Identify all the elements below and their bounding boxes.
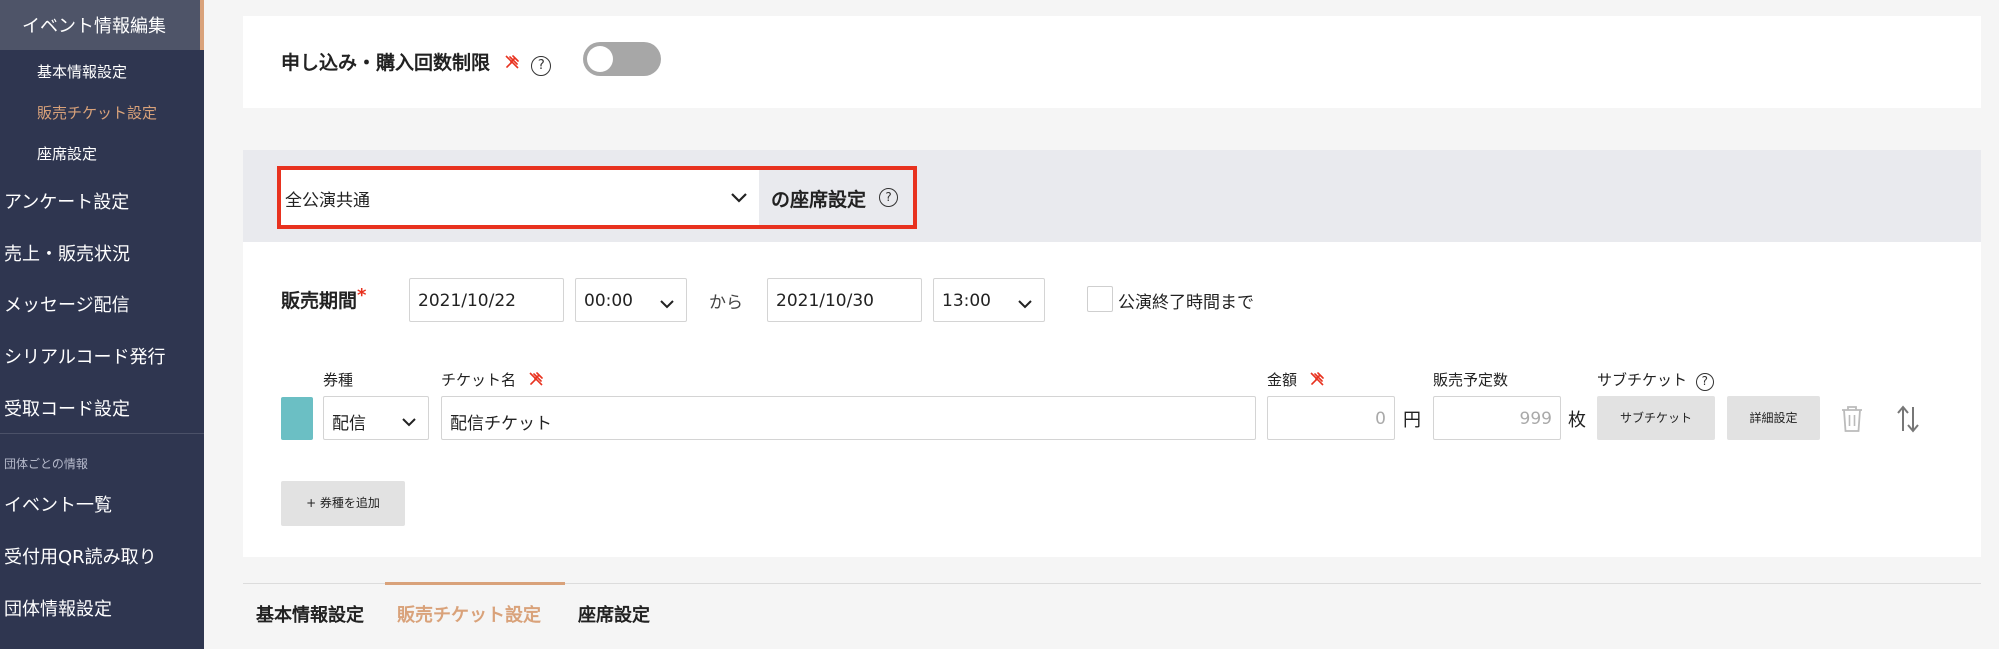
chevron-down-icon [402,412,416,431]
required-mark: * [357,285,367,306]
col-header-sub-wrap: サブチケット ? [1597,369,1714,391]
sidebar-item-survey[interactable]: アンケート設定 [4,188,129,214]
purchase-limit-card: 申し込み・購入回数制限 ? [243,16,1981,108]
sidebar-section-label: 団体ごとの情報 [4,457,88,471]
help-icon[interactable]: ? [1695,373,1714,391]
start-time-select[interactable]: 00:00 [575,278,687,322]
purchase-limit-toggle[interactable] [583,42,661,76]
sidebar-divider [0,433,204,434]
end-time-value: 13:00 [942,291,991,311]
sub-ticket-button[interactable]: サブチケット [1597,396,1715,440]
purchase-limit-row: 申し込み・購入回数制限 ? [281,48,552,76]
ticket-type-select[interactable]: 配信 [323,396,429,440]
sidebar: イベント情報編集 基本情報設定 販売チケット設定 座席設定 アンケート設定 売上… [0,0,204,649]
chevron-down-icon [660,294,674,313]
tab-seat-settings[interactable]: 座席設定 [578,601,650,627]
ticket-name-input[interactable]: 配信チケット [441,396,1256,440]
sidebar-item-serial-code[interactable]: シリアルコード発行 [4,343,165,369]
quantity-input[interactable]: 999 [1433,396,1561,440]
until-end-label: 公演終了時間まで [1118,293,1254,313]
col-header-type: 券種 [323,371,354,389]
sidebar-item-org-settings[interactable]: 団体情報設定 [4,595,112,621]
ticket-type-value: 配信 [332,414,366,434]
tab-basic-info[interactable]: 基本情報設定 [256,601,364,627]
start-time-value: 00:00 [584,291,633,311]
sidebar-sub-basic-info[interactable]: 基本情報設定 [37,61,127,82]
sales-period-label: 販売期間* [281,285,367,313]
end-time-select[interactable]: 13:00 [933,278,1045,322]
sidebar-item-sales-status[interactable]: 売上・販売状況 [4,240,130,266]
performance-select-value: 全公演共通 [285,191,370,211]
quantity-placeholder: 999 [1519,409,1552,429]
seat-settings-label: の座席設定 [771,189,867,211]
ticket-settings-card: 全公演共通 の座席設定 ? 販売期間* 2021/10/22 00:00 から … [243,150,1981,557]
price-unit: 円 [1403,410,1421,431]
trash-icon[interactable] [1840,405,1864,437]
sales-period-text: 販売期間 [281,290,358,312]
sort-icon[interactable] [1895,405,1921,437]
ticket-name-value: 配信チケット [450,414,552,434]
quantity-unit: 枚 [1568,410,1586,431]
pin-off-icon [1308,370,1326,388]
tab-ticket-settings[interactable]: 販売チケット設定 [397,601,541,627]
tab-active-indicator [385,582,565,585]
performance-select[interactable]: 全公演共通 [281,170,759,225]
seat-settings-label-wrap: の座席設定 ? [759,170,913,225]
end-date-value: 2021/10/30 [776,291,874,311]
detail-settings-button[interactable]: 詳細設定 [1727,396,1820,440]
purchase-limit-label: 申し込み・購入回数制限 [281,52,491,74]
add-ticket-type-button[interactable]: + 券種を追加 [281,481,405,526]
sidebar-item-qr-reader[interactable]: 受付用QR読み取り [4,543,157,569]
sidebar-item-messages[interactable]: メッセージ配信 [4,291,130,317]
start-date-value: 2021/10/22 [418,291,516,311]
chevron-down-icon [1018,294,1032,313]
from-text: から [709,293,743,313]
seat-settings-header: 全公演共通 の座席設定 ? [243,150,1981,242]
sidebar-sub-seat-settings[interactable]: 座席設定 [37,143,97,164]
help-icon[interactable]: ? [531,56,552,76]
sidebar-item-label: イベント情報編集 [22,16,166,37]
sidebar-item-event-list[interactable]: イベント一覧 [4,491,112,517]
pin-off-icon [527,370,545,388]
sidebar-sub-ticket-settings[interactable]: 販売チケット設定 [37,102,157,123]
pin-off-icon [503,53,521,71]
until-end-checkbox[interactable] [1087,286,1113,312]
price-input[interactable]: 0 [1267,396,1395,440]
sidebar-item-receive-code[interactable]: 受取コード設定 [4,395,130,421]
col-header-name: チケット名 [441,371,517,389]
sidebar-item-event-edit[interactable]: イベント情報編集 [0,0,204,50]
seat-settings-highlight: 全公演共通 の座席設定 ? [277,166,917,229]
ticket-color-chip[interactable] [281,397,313,440]
end-date-input[interactable]: 2021/10/30 [767,278,922,322]
toggle-knob [587,46,613,72]
col-header-price-wrap: 金額 [1267,369,1326,390]
price-placeholder: 0 [1375,409,1386,429]
chevron-down-icon [731,188,747,207]
col-header-quantity: 販売予定数 [1433,371,1509,389]
col-header-sub: サブチケット [1597,371,1688,389]
col-header-name-wrap: チケット名 [441,369,545,390]
col-header-price: 金額 [1267,371,1298,389]
help-icon[interactable]: ? [879,188,898,207]
start-date-input[interactable]: 2021/10/22 [409,278,564,322]
